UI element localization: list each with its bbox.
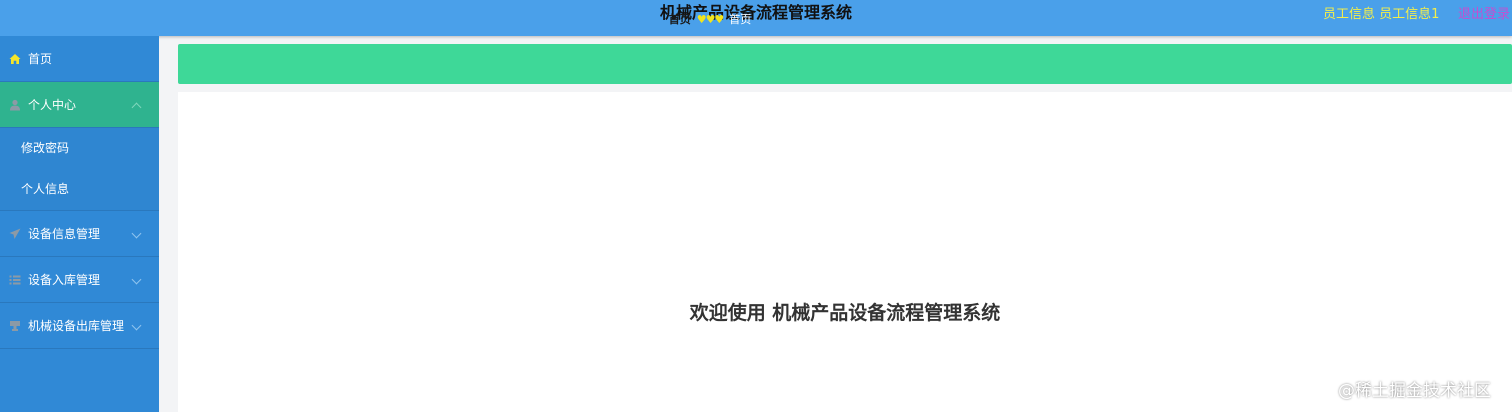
sidebar-item-label: 设备信息管理 xyxy=(28,227,101,241)
sidebar: 首页 个人中心 修改密码 个人信息 设备信息管理 设备入库管理 机械设备出库管理 xyxy=(0,36,159,412)
sidebar-item-label: 设备入库管理 xyxy=(28,273,101,287)
sidebar-item-personal-center[interactable]: 个人中心 xyxy=(0,82,159,128)
cup-icon xyxy=(10,321,20,331)
sidebar-item-home[interactable]: 首页 xyxy=(0,36,159,82)
sidebar-item-device-info[interactable]: 设备信息管理 xyxy=(0,211,159,257)
sidebar-subitem-change-password[interactable]: 修改密码 xyxy=(0,128,159,169)
send-icon xyxy=(9,228,21,239)
watermark: @稀土掘金技术社区 xyxy=(1338,381,1491,401)
personal-center-submenu: 修改密码 个人信息 xyxy=(0,128,159,211)
sidebar-item-label: 个人中心 xyxy=(28,98,77,112)
sidebar-item-label: 机械设备出库管理 xyxy=(28,319,125,333)
chevron-up-icon xyxy=(131,102,142,113)
welcome-message: 欢迎使用 机械产品设备流程管理系统 xyxy=(689,302,1001,324)
breadcrumb-home[interactable]: 首页 xyxy=(669,13,691,26)
chevron-down-icon xyxy=(131,274,142,285)
sidebar-item-device-inbound[interactable]: 设备入库管理 xyxy=(0,257,159,303)
breadcrumb: 首页 ♥♥♥ 首页 xyxy=(0,0,1420,40)
sidebar-item-device-outbound[interactable]: 机械设备出库管理 xyxy=(0,303,159,349)
logout-link[interactable]: 退出登录 xyxy=(1458,3,1510,22)
heart-separator-icon: ♥♥♥ xyxy=(696,13,725,26)
chevron-down-icon xyxy=(131,228,142,239)
home-icon xyxy=(9,54,21,64)
list-icon xyxy=(9,275,21,285)
sidebar-subitem-personal-info[interactable]: 个人信息 xyxy=(0,169,159,210)
chevron-down-icon xyxy=(131,320,142,331)
breadcrumb-current: 首页 xyxy=(729,13,752,26)
main-content: 欢迎使用 机械产品设备流程管理系统 xyxy=(178,92,1512,412)
user-icon xyxy=(10,99,20,111)
sidebar-item-label: 首页 xyxy=(28,52,53,66)
breadcrumb-bar xyxy=(178,44,1512,84)
